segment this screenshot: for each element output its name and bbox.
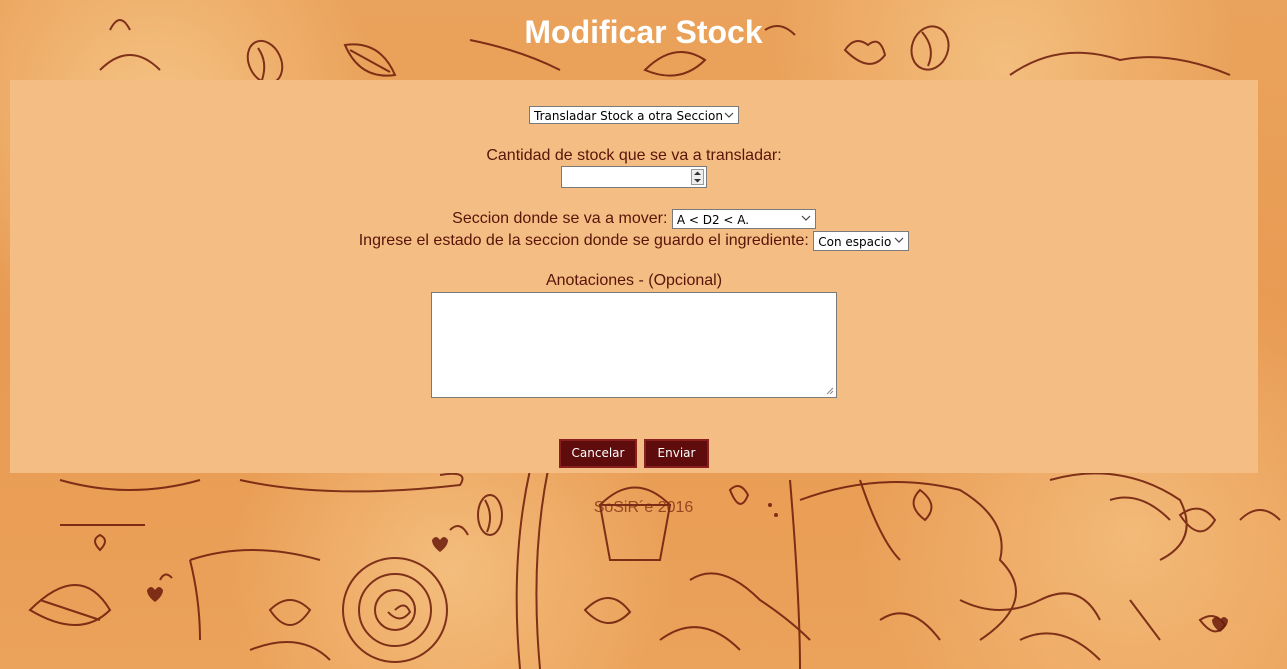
footer-copyright: SoSiR´e 2016 xyxy=(593,499,694,516)
quantity-row xyxy=(10,166,1258,188)
spinner-down-icon[interactable] xyxy=(692,177,703,184)
action-select-value: Transladar Stock a otra Seccion xyxy=(534,109,723,123)
section-row: Seccion donde se va a mover: A < D2 < A. xyxy=(10,209,1258,229)
form-panel: Transladar Stock a otra Seccion Cantidad… xyxy=(10,80,1258,473)
resize-grip-icon[interactable] xyxy=(826,387,834,395)
spinner-arrows-icon[interactable] xyxy=(691,169,704,185)
action-select[interactable]: Transladar Stock a otra Seccion xyxy=(529,106,739,124)
section-select-value: A < D2 < A. xyxy=(676,213,750,227)
action-row: Transladar Stock a otra Seccion xyxy=(10,106,1258,124)
spinner-up-icon[interactable] xyxy=(692,170,703,177)
notes-textarea[interactable] xyxy=(431,292,837,398)
section-label: Seccion donde se va a mover: xyxy=(452,210,668,228)
chevron-down-icon xyxy=(801,215,811,221)
submit-button[interactable]: Enviar xyxy=(644,439,709,468)
section-select[interactable]: A < D2 < A. xyxy=(671,209,816,229)
state-label: Ingrese el estado de la seccion donde se… xyxy=(358,232,809,250)
chevron-down-icon xyxy=(724,112,734,118)
notes-label: Anotaciones - (Opcional) xyxy=(545,272,723,289)
quantity-label: Cantidad de stock que se va a transladar… xyxy=(486,147,782,164)
state-select-value: Con espacio xyxy=(818,235,892,249)
chevron-down-icon xyxy=(894,237,904,243)
quantity-input[interactable] xyxy=(561,166,707,188)
page-title: Modificar Stock xyxy=(524,14,763,50)
cancel-button[interactable]: Cancelar xyxy=(559,439,637,468)
state-select[interactable]: Con espacio xyxy=(813,231,910,251)
state-row: Ingrese el estado de la seccion donde se… xyxy=(10,231,1258,251)
